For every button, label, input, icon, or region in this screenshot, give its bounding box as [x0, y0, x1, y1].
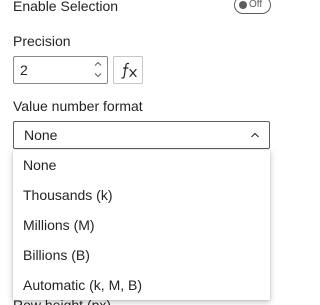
value-number-format-select[interactable]: None — [13, 121, 270, 149]
enable-selection-row: Enable Selection Off — [13, 0, 271, 17]
toggle-knob — [239, 1, 247, 9]
enable-selection-toggle[interactable]: Off — [234, 0, 271, 14]
option-thousands[interactable]: Thousands (k) — [13, 180, 270, 210]
format-dropdown-list: None Thousands (k) Millions (M) Billions… — [13, 150, 270, 300]
option-billions[interactable]: Billions (B) — [13, 240, 270, 270]
precision-label: Precision — [13, 33, 71, 49]
option-automatic[interactable]: Automatic (k, M, B) — [13, 270, 270, 300]
option-millions[interactable]: Millions (M) — [13, 210, 270, 240]
spin-up-icon[interactable] — [93, 59, 103, 69]
spin-down-icon[interactable] — [93, 70, 103, 80]
fx-icon — [121, 62, 137, 79]
selected-format-value: None — [24, 127, 58, 143]
value-number-format-label: Value number format — [13, 98, 143, 114]
toggle-state-text: Off — [249, 0, 263, 10]
enable-selection-label: Enable Selection — [13, 0, 119, 14]
option-none[interactable]: None — [13, 150, 270, 180]
conditional-formatting-fx-button[interactable] — [113, 56, 143, 84]
precision-stepper[interactable]: 2 — [13, 56, 108, 84]
precision-value: 2 — [20, 62, 28, 78]
chevron-up-icon — [251, 132, 259, 138]
format-pane: Enable Selection Off Precision 2 Value n… — [0, 0, 280, 305]
